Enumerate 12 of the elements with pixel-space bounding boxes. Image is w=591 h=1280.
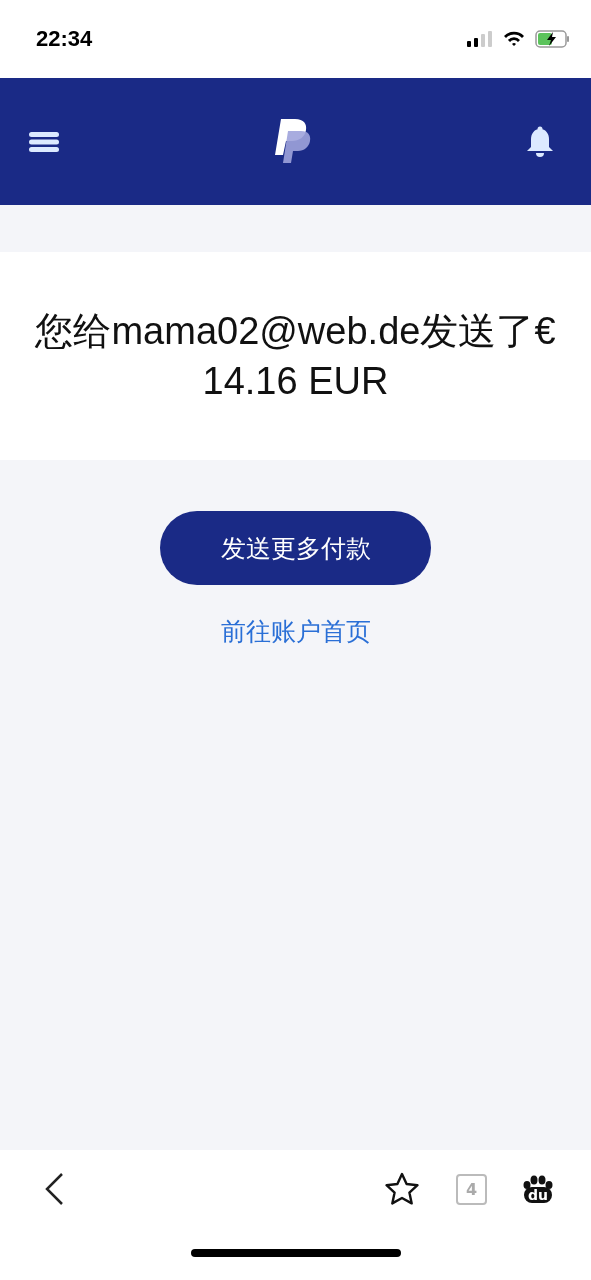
menu-icon[interactable] bbox=[29, 130, 59, 153]
notification-bell-icon[interactable] bbox=[526, 125, 554, 158]
logo-icon[interactable] bbox=[272, 118, 313, 165]
status-time: 22:34 bbox=[36, 26, 93, 52]
star-icon[interactable] bbox=[384, 1172, 420, 1206]
payment-confirmation-title: 您给mama02@web.de发送了€ 14.16 EUR bbox=[34, 309, 557, 404]
battery-icon bbox=[535, 30, 571, 48]
back-icon[interactable] bbox=[44, 1172, 64, 1206]
send-more-button[interactable]: 发送更多付款 bbox=[160, 511, 431, 585]
signal-icon bbox=[467, 31, 493, 47]
wifi-icon bbox=[503, 31, 525, 47]
account-home-link[interactable]: 前往账户首页 bbox=[220, 615, 371, 648]
